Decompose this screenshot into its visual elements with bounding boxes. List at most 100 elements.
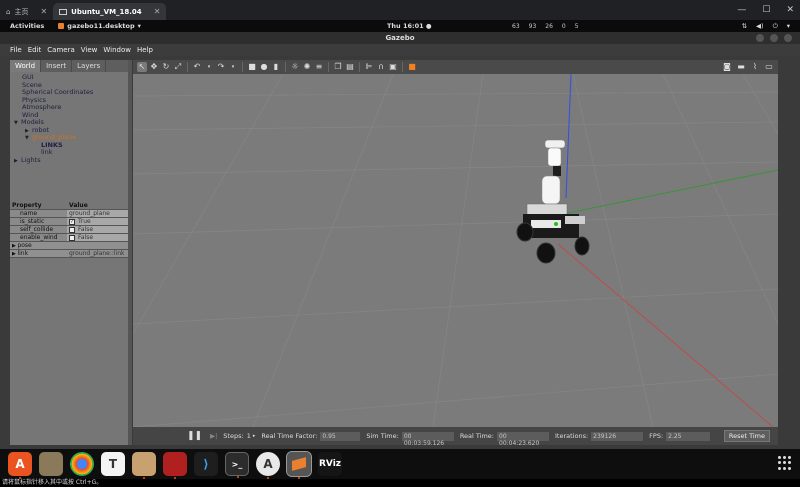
minimize-icon[interactable]: — <box>737 5 746 15</box>
right-panel-handle[interactable] <box>780 60 792 445</box>
box-shape-icon[interactable]: ■ <box>247 62 257 72</box>
undo-icon[interactable]: ↶ <box>192 62 202 72</box>
sphere-shape-icon[interactable]: ● <box>259 62 269 72</box>
menu-help[interactable]: Help <box>137 46 153 54</box>
spot-light-icon[interactable]: ✺ <box>302 62 312 72</box>
arduino-icon[interactable]: A <box>256 452 280 479</box>
video-record-icon[interactable]: ▭ <box>764 62 774 72</box>
property-row-pose[interactable]: ▶ pose <box>10 242 128 250</box>
files-icon[interactable] <box>39 452 63 476</box>
tab-insert[interactable]: Insert <box>41 60 73 72</box>
align-icon[interactable]: ⊫ <box>364 62 374 72</box>
property-row-is-static[interactable]: is_static ✓ True <box>10 218 128 226</box>
fps-value: 2.25 <box>666 431 711 441</box>
cylinder-shape-icon[interactable]: ▮ <box>271 62 281 72</box>
gazebo-icon[interactable] <box>286 451 312 479</box>
activities-button[interactable]: Activities <box>10 22 44 30</box>
show-applications-icon[interactable] <box>778 456 792 470</box>
3d-scene[interactable] <box>133 74 778 427</box>
rotate-mode-icon[interactable]: ↻ <box>161 62 171 72</box>
world-tree: GUI Scene Spherical Coordinates Physics … <box>10 73 128 166</box>
property-row-self-collide[interactable]: self_collide False <box>10 226 128 234</box>
rtf-label: Real Time Factor: <box>261 432 318 440</box>
undo-history-icon[interactable]: ▾ <box>204 62 214 72</box>
browser-tab-home[interactable]: ⌂ 主页 ✕ <box>0 3 53 20</box>
select-mode-icon[interactable]: ↖ <box>137 62 147 72</box>
log-icon[interactable]: ▬ <box>736 62 746 72</box>
paste-icon[interactable]: ▤ <box>345 62 355 72</box>
chevron-down-icon[interactable]: ▼ <box>25 135 32 143</box>
step-icon[interactable]: ▶| <box>210 432 217 440</box>
plot-icon[interactable]: ⌇ <box>750 62 760 72</box>
record-icon[interactable]: ■ <box>407 62 417 72</box>
redo-history-icon[interactable]: ▾ <box>228 62 238 72</box>
iterations-value: 239126 <box>591 431 644 441</box>
pause-icon[interactable]: ❚❚ <box>187 431 202 441</box>
chevron-down-icon[interactable]: ▾ <box>787 22 790 31</box>
tab-layers[interactable]: Layers <box>72 60 107 72</box>
menu-window[interactable]: Window <box>103 46 131 54</box>
tab-world[interactable]: World <box>10 60 42 72</box>
copy-icon[interactable]: ❐ <box>333 62 343 72</box>
screenshot-icon[interactable]: ◙ <box>722 62 732 72</box>
volume-icon[interactable]: ◀) <box>756 22 764 31</box>
translate-mode-icon[interactable]: ✥ <box>149 62 159 72</box>
maximize-button[interactable] <box>770 34 778 42</box>
chevron-right-icon[interactable]: ▶ <box>14 158 21 166</box>
close-icon[interactable]: ✕ <box>786 5 794 15</box>
tree-item-models[interactable]: ▼ Models <box>10 118 128 128</box>
maximize-icon[interactable]: ☐ <box>762 5 770 15</box>
app-menu[interactable]: gazebo11.desktop ▾ <box>58 22 141 30</box>
property-row-name[interactable]: name ground_plane <box>10 210 128 218</box>
menu-file[interactable]: File <box>10 46 22 54</box>
snap-icon[interactable]: ∩ <box>376 62 386 72</box>
scale-mode-icon[interactable]: ⤢ <box>173 62 183 72</box>
render-view: ↖ ✥ ↻ ⤢ ↶ ▾ ↷ ▾ ■ ● ▮ ☼ ✺ ≡ ❐ ▤ ⊫ ∩ ▣ ■ … <box>133 60 778 447</box>
vm-status-bar: 请将鼠标指针移入其中或按 Ctrl+G。 <box>0 479 800 487</box>
scene-toolbar: ↖ ✥ ↻ ⤢ ↶ ▾ ↷ ▾ ■ ● ▮ ☼ ✺ ≡ ❐ ▤ ⊫ ∩ ▣ ■ … <box>133 60 778 74</box>
checkbox-unchecked[interactable] <box>69 234 75 241</box>
tree-label: Lights <box>21 155 41 164</box>
minimize-button[interactable] <box>756 34 764 42</box>
software-center-icon[interactable]: A <box>8 452 32 479</box>
network-icon[interactable]: ⇅ <box>742 22 747 31</box>
property-row-link[interactable]: ▶ link ground_plane::link <box>10 250 128 258</box>
close-button[interactable] <box>784 34 792 42</box>
rviz-icon[interactable]: RViz <box>318 452 342 476</box>
redo-icon[interactable]: ↷ <box>216 62 226 72</box>
menu-camera[interactable]: Camera <box>47 46 74 54</box>
reset-time-button[interactable]: Reset Time <box>723 430 770 442</box>
typora-icon[interactable]: T <box>101 452 125 476</box>
chevron-down-icon[interactable]: ▼ <box>14 120 21 128</box>
toolbar-divider <box>402 62 403 72</box>
property-row-enable-wind[interactable]: enable_wind False <box>10 234 128 242</box>
tree-item-ground-plane[interactable]: ▼ ground_plane <box>10 133 128 143</box>
close-tab-icon[interactable]: ✕ <box>154 7 161 16</box>
menu-edit[interactable]: Edit <box>28 46 42 54</box>
archive-icon[interactable] <box>132 452 156 479</box>
checkbox-unchecked[interactable] <box>69 226 75 233</box>
property-key: self_collide <box>10 226 67 233</box>
tree-item-lights[interactable]: ▶ Lights <box>10 155 128 166</box>
robot-model[interactable] <box>516 139 590 264</box>
steps-value[interactable]: 1 <box>247 432 251 440</box>
terminal-icon[interactable]: >_ <box>225 452 249 478</box>
sim-time-label: Sim Time: <box>366 432 399 440</box>
left-panel: World Insert Layers GUI Scene Spherical … <box>10 60 128 445</box>
screen-recorder-icon[interactable] <box>163 452 187 479</box>
clock[interactable]: Thu 16:01 ● <box>387 22 432 30</box>
property-key: ▶ pose <box>10 242 67 249</box>
close-tab-icon[interactable]: ✕ <box>40 7 47 16</box>
chrome-icon[interactable] <box>70 452 94 476</box>
gazebo-title-bar: Gazebo <box>0 32 800 44</box>
browser-tab-vm[interactable]: Ubuntu_VM_18.04 ✕ <box>53 3 167 20</box>
panel-splitter[interactable] <box>128 60 132 445</box>
directional-light-icon[interactable]: ≡ <box>314 62 324 72</box>
menu-view[interactable]: View <box>81 46 98 54</box>
change-view-icon[interactable]: ▣ <box>388 62 398 72</box>
vscode-icon[interactable]: ⟩ <box>194 452 218 476</box>
power-icon[interactable]: ⏻ <box>773 22 778 31</box>
point-light-icon[interactable]: ☼ <box>290 62 300 72</box>
checkbox-checked[interactable]: ✓ <box>69 218 75 225</box>
steps-spinner-icon[interactable]: ▸ <box>253 433 256 439</box>
